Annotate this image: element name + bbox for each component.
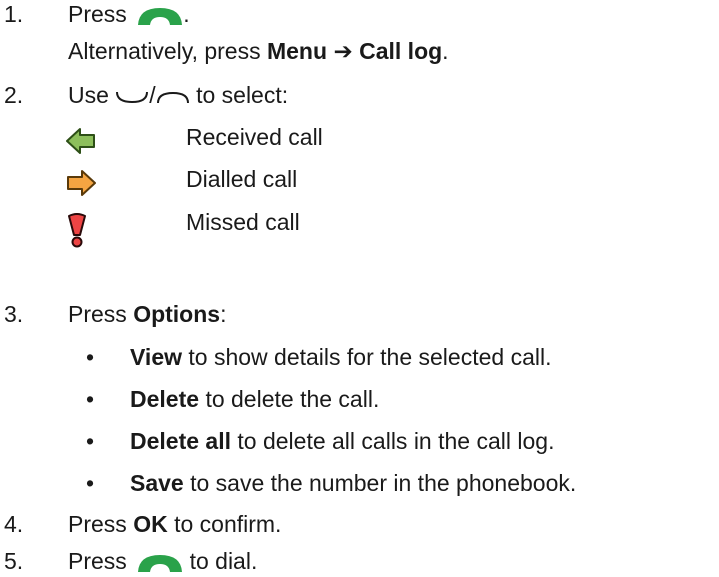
step-number: 2. (4, 82, 24, 108)
bullet-dot: • (86, 428, 95, 454)
alt-text: Alternatively, press (68, 38, 261, 64)
right-arrow-icon: ➔ (333, 39, 353, 65)
step-text: to dial. (189, 548, 258, 574)
option-description: to show details for the selected call. (188, 344, 552, 370)
step-text: Press (68, 1, 127, 27)
step-number: 5. (4, 548, 24, 574)
option-description: to delete the call. (205, 386, 380, 412)
bullet-dot: • (86, 386, 95, 412)
step-text: Press (68, 301, 127, 327)
call-type-label: Dialled call (186, 166, 298, 192)
call-type-label: Missed call (186, 209, 300, 235)
ok-label: OK (133, 511, 168, 537)
option-name: Delete all (130, 428, 231, 454)
received-arrow-icon (66, 127, 96, 155)
step-text: : (220, 301, 227, 327)
step-text: Press (68, 548, 127, 574)
step-text: to confirm. (174, 511, 282, 537)
option-description: to delete all calls in the call log. (237, 428, 555, 454)
up-key-icon (156, 89, 190, 105)
option-description: to save the number in the phonebook. (190, 470, 577, 496)
step-text: to select: (196, 82, 289, 108)
options-label: Options (133, 301, 221, 327)
missed-exclamation-icon (66, 213, 88, 249)
call-key-icon (137, 6, 183, 26)
call-log-label: Call log (359, 38, 443, 64)
alt-text: . (442, 38, 449, 64)
step-text: Press (68, 511, 127, 537)
down-key-icon (115, 89, 149, 105)
bullet-dot: • (86, 470, 95, 496)
step-1-alternative: Alternatively, press Menu ➔ Call log. (68, 37, 449, 66)
step-number: 1. (4, 1, 24, 27)
step-number: 4. (4, 511, 24, 537)
call-type-label: Received call (186, 124, 323, 150)
step-text: . (183, 1, 190, 27)
option-name: View (130, 344, 182, 370)
option-name: Delete (130, 386, 200, 412)
bullet-dot: • (86, 344, 95, 370)
step-text: Use (68, 82, 109, 108)
menu-label: Menu (266, 38, 328, 64)
call-key-icon (137, 553, 183, 573)
step-number: 3. (4, 301, 24, 327)
dialled-arrow-icon (66, 169, 96, 197)
option-name: Save (130, 470, 184, 496)
